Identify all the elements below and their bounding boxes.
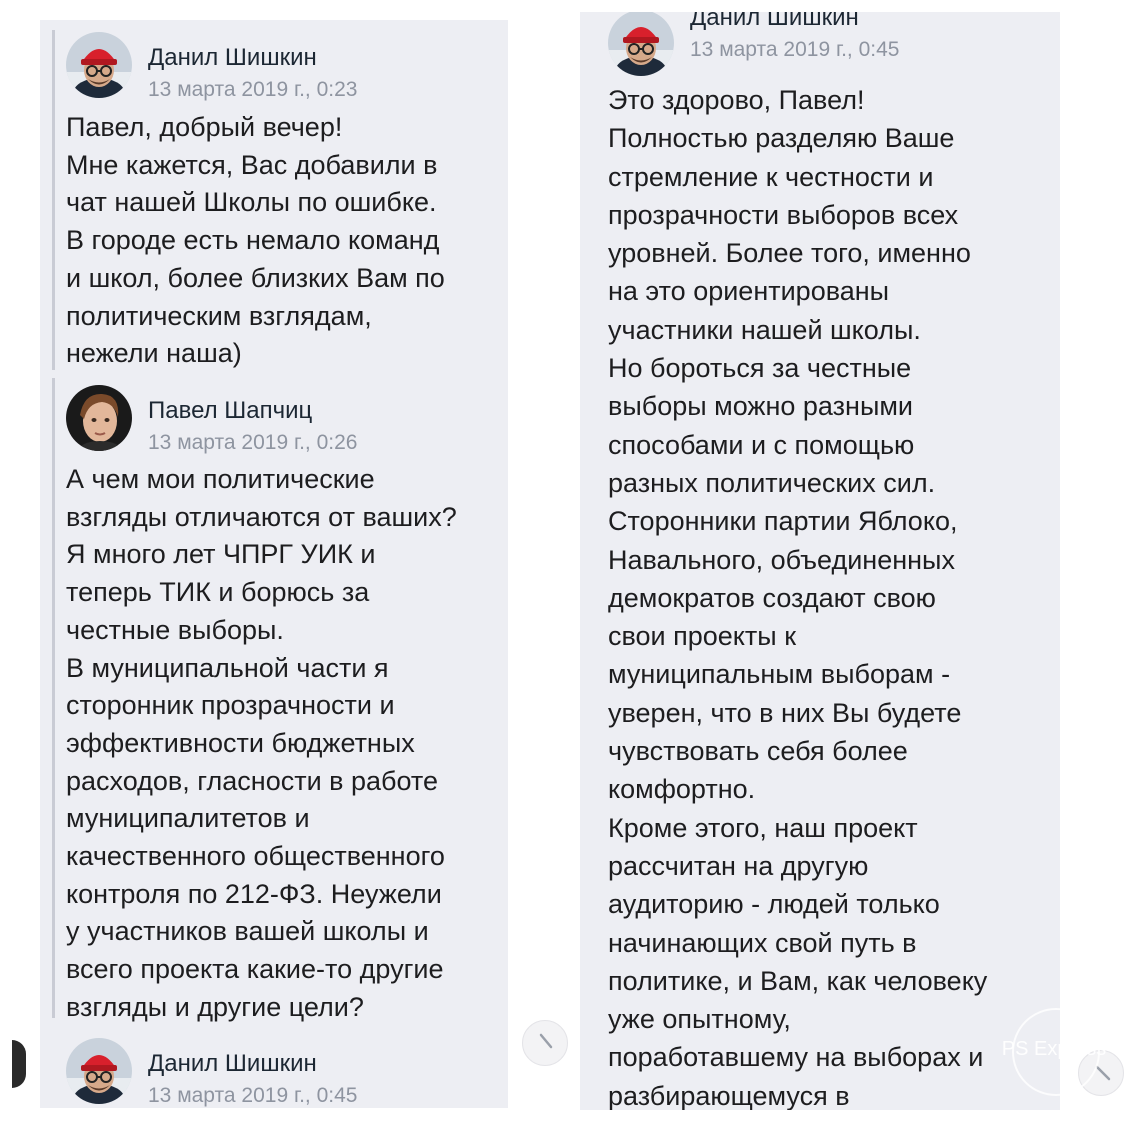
message-line: Кроме этого, наш проект: [608, 812, 918, 843]
nav-chevron-left[interactable]: [522, 1020, 568, 1066]
chevron-icon: [539, 1033, 553, 1049]
message-line: В городе есть немало команд: [66, 225, 440, 256]
message-line: Я много лет ЧПРГ УИК и: [66, 539, 376, 570]
avatar-danil[interactable]: [608, 12, 674, 76]
message-author[interactable]: Павел Шапчиц: [148, 397, 312, 425]
message-line: уровней. Более того, именно: [608, 238, 971, 269]
message-line: нежели наша): [66, 338, 242, 369]
message-line: и школ, более близких Вам по: [66, 262, 445, 293]
message-line: Мне кажется, Вас добавили в: [66, 149, 438, 180]
message-line: Навального, объединенных: [608, 544, 955, 575]
message-date: 13 марта 2019 г., 0:45: [690, 38, 900, 61]
message-line: стремление к честности и: [608, 161, 934, 192]
message-line: уверен, что в них Вы будете: [608, 697, 962, 728]
message-author[interactable]: Данил Шишкин: [148, 44, 317, 72]
message-line: поработавшему на выборах и: [608, 1042, 984, 1073]
message-body: Это здорово, Павел! Полностью разделяю В…: [608, 81, 1048, 1110]
right-chat-panel: Данил Шишкин 13 марта 2019 г., 0:45 Это …: [580, 12, 1060, 1110]
message-line: качественного общественного: [66, 841, 445, 872]
avatar-red-hat-glasses-icon: [66, 32, 132, 98]
message-date: 13 марта 2019 г., 0:23: [148, 78, 358, 101]
message-line: взгляды отличаются от ваших?: [66, 501, 457, 532]
message-author[interactable]: Данил Шишкин: [690, 12, 859, 32]
message-line: участники нашей школы.: [608, 314, 921, 345]
thread-accent-line: [52, 378, 55, 1018]
message-body: А чем мои политические взгляды отличаютс…: [66, 461, 506, 1027]
avatar-danil[interactable]: [66, 32, 132, 98]
message-date: 13 марта 2019 г., 0:45: [148, 1084, 358, 1107]
message-author[interactable]: Данил Шишкин: [148, 1050, 317, 1078]
avatar-portrait-icon: [66, 385, 132, 451]
message-line: политическим взглядам,: [66, 300, 372, 331]
message-line: взгляды и другие цели?: [66, 991, 364, 1022]
message-line: прозрачности выборов всех: [608, 199, 959, 230]
message-line: Сторонники партии Яблоко,: [608, 506, 958, 537]
message-line: свои проекты к: [608, 621, 797, 652]
message-line: Это здорово, Павел!: [608, 85, 865, 115]
avatar-red-hat-glasses-icon: [608, 12, 674, 76]
message-line: честные выборы.: [66, 614, 284, 645]
message-line: Но бороться за честные: [608, 353, 912, 384]
message-line: аудиторию - людей только: [608, 889, 940, 920]
message-body: Павел, добрый вечер! Мне кажется, Вас до…: [66, 109, 506, 373]
message-line: А чем мои политические: [66, 464, 375, 494]
message-line: муниципальным выборам -: [608, 659, 951, 690]
message-line: на это ориентированы: [608, 276, 890, 307]
message-line: демократов создают свою: [608, 582, 936, 613]
message-line: контроля по 212-ФЗ. Неужели: [66, 878, 442, 909]
message-line: рассчитан на другую: [608, 850, 869, 881]
message-line: у участников вашей школы и: [66, 916, 429, 947]
message-line: В муниципальной части я: [66, 652, 389, 683]
message-line: чат нашей Школы по ошибке.: [66, 187, 437, 218]
message-line: политике, и Вам, как человеку: [608, 965, 988, 996]
message-line: способами и с помощью: [608, 429, 915, 460]
message-date: 13 марта 2019 г., 0:26: [148, 431, 358, 454]
message-line: Полностью разделяю Ваше: [608, 123, 955, 154]
left-edge-handle: [12, 1040, 26, 1088]
message-line: начинающих свой путь в: [608, 927, 917, 958]
message-line: разных политических сил.: [608, 467, 936, 498]
message-line: муниципалитетов и: [66, 803, 310, 834]
avatar-red-hat-glasses-icon: [66, 1038, 132, 1104]
message-line: комфортно.: [608, 774, 756, 805]
message-line: расходов, гласности в работе: [66, 765, 439, 796]
message-line: чувствовать себя более: [608, 736, 908, 767]
message-line: уже опытному,: [608, 1004, 791, 1035]
message-line: разбирающемуся в: [608, 1080, 850, 1110]
message-line: сторонник прозрачности и: [66, 690, 395, 721]
message-line: теперь ТИК и борюсь за: [66, 577, 370, 608]
thread-accent-line: [52, 30, 55, 370]
watermark-text: PS Express: [1001, 1038, 1107, 1060]
avatar-pavel[interactable]: [66, 385, 132, 451]
message-line: Павел, добрый вечер!: [66, 112, 343, 142]
avatar-danil[interactable]: [66, 1038, 132, 1104]
message-line: эффективности бюджетных: [66, 727, 415, 758]
message-line: всего проекта какие-то другие: [66, 954, 444, 985]
left-chat-panel: Данил Шишкин 13 марта 2019 г., 0:23 Паве…: [40, 20, 508, 1108]
message-line: выборы можно разными: [608, 391, 913, 422]
